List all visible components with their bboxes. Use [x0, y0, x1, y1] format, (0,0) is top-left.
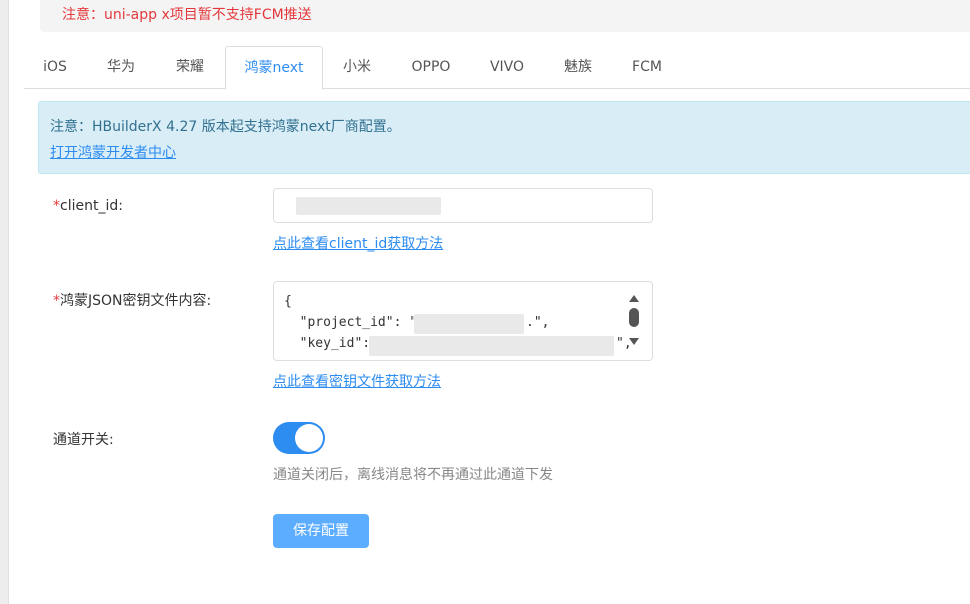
json-key-label-text: 鸿蒙JSON密钥文件内容: — [60, 293, 212, 309]
harmony-info-alert: 注意：HBuilderX 4.27 版本起支持鸿蒙next厂商配置。 打开鸿蒙开… — [38, 101, 970, 174]
tab-vivo[interactable]: VIVO — [482, 46, 532, 88]
fcm-notice-text: 注意：uni-app x项目暂不支持FCM推送 — [62, 7, 312, 23]
required-mark: * — [53, 198, 60, 214]
json-line-2: "project_id": " — [284, 315, 418, 330]
redacted-key-id — [369, 336, 614, 356]
tab-meizu[interactable]: 魅族 — [554, 46, 602, 88]
toggle-knob — [295, 424, 323, 452]
tab-honor[interactable]: 荣耀 — [167, 46, 213, 88]
vendor-tabs: iOS 华为 荣耀 鸿蒙next 小米 OPPO VIVO 魅族 FCM — [24, 46, 970, 90]
redacted-project-id — [414, 314, 524, 334]
json-key-label: *鸿蒙JSON密钥文件内容: — [53, 290, 211, 310]
json-line-1: { — [284, 294, 292, 309]
tab-harmony-next[interactable]: 鸿蒙next — [225, 46, 323, 90]
tab-oppo[interactable]: OPPO — [402, 46, 460, 88]
scroll-down-arrow-icon[interactable] — [629, 338, 639, 345]
redacted-value — [296, 197, 441, 215]
save-config-button[interactable]: 保存配置 — [273, 514, 369, 548]
channel-switch-description: 通道关闭后，离线消息将不再通过此通道下发 — [273, 467, 553, 483]
scrollbar-thumb[interactable] — [629, 308, 639, 327]
left-rail — [0, 0, 9, 604]
fcm-notice: 注意：uni-app x项目暂不支持FCM推送 — [40, 0, 970, 32]
channel-switch-toggle[interactable] — [273, 422, 325, 454]
json-line-2-end: .", — [526, 315, 550, 330]
scroll-up-arrow-icon[interactable] — [629, 295, 639, 302]
channel-switch-label: 通道开关: — [53, 432, 114, 448]
required-mark: * — [53, 293, 60, 309]
tab-huawei[interactable]: 华为 — [98, 46, 144, 88]
tab-fcm[interactable]: FCM — [622, 46, 672, 88]
tab-xiaomi[interactable]: 小米 — [334, 46, 380, 88]
client-id-label-text: client_id: — [60, 198, 123, 214]
json-key-help-link[interactable]: 点此查看密钥文件获取方法 — [273, 371, 441, 391]
json-key-textarea[interactable]: { "project_id": " .", "key_id": " ", — [273, 281, 653, 361]
client-id-input[interactable] — [273, 188, 653, 223]
client-id-help-link[interactable]: 点此查看client_id获取方法 — [273, 233, 443, 253]
client-id-label: *client_id: — [53, 198, 123, 214]
tab-ios[interactable]: iOS — [30, 46, 80, 88]
open-harmony-dev-center-link[interactable]: 打开鸿蒙开发者中心 — [50, 142, 176, 162]
harmony-info-text: 注意：HBuilderX 4.27 版本起支持鸿蒙next厂商配置。 — [50, 119, 401, 135]
